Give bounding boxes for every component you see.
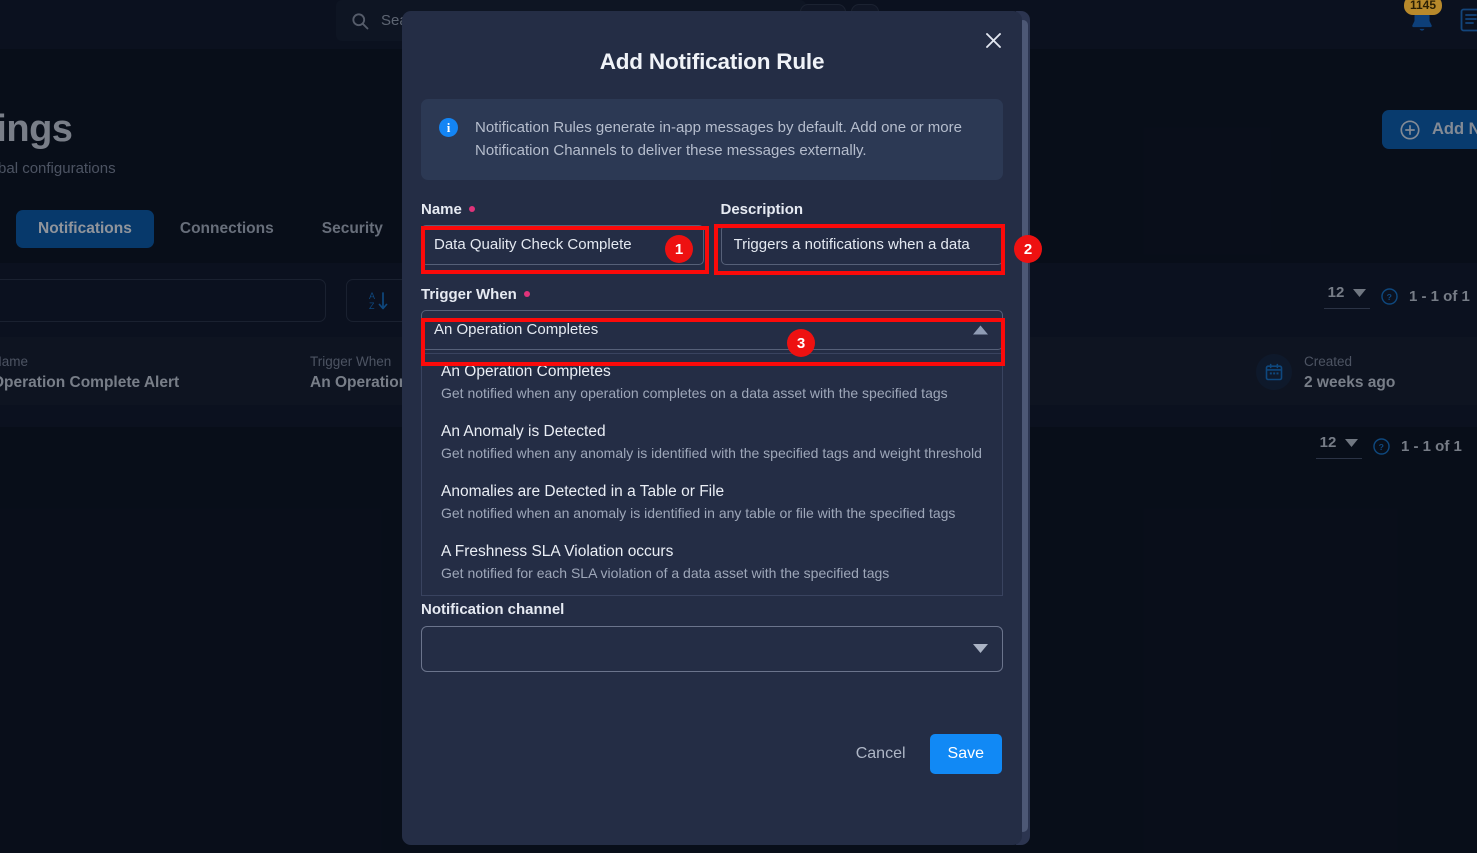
dropdown-option[interactable]: A Freshness SLA Violation occurs Get not… [422,534,1002,594]
dialog-title: Add Notification Rule [599,49,825,74]
chevron-down-icon[interactable] [973,640,988,658]
info-banner: i Notification Rules generate in-app mes… [421,99,1003,180]
dialog-body: i Notification Rules generate in-app mes… [402,99,1022,774]
dropdown-option-description: Get notified when an anomaly is identifi… [441,505,956,522]
description-input[interactable] [720,224,1003,265]
dropdown-option-description: Get notified when any anomaly is identif… [441,444,982,461]
app-root: Search 1145 ttings global configurations… [0,0,1477,853]
notification-count-badge: 1145 [1404,0,1443,15]
dropdown-option-description: Get notified for each SLA violation of a… [441,565,890,582]
notification-channel-select[interactable] [421,625,1003,672]
dropdown-option-description: Get notified when any operation complete… [441,384,948,401]
description-label-text: Description [720,200,804,218]
add-notification-rule-dialog: Add Notification Rule i Notification Rul… [402,11,1022,845]
dropdown-option[interactable]: An Operation Completes Get notified when… [422,354,1002,414]
dropdown-option-title: Anomalies are Detected in a Table or Fil… [441,483,725,501]
annotation-badge-1: 1 [665,235,693,263]
annotation-badge-2: 2 [1014,235,1042,263]
dropdown-option[interactable]: An Anomaly is Detected Get notified when… [422,414,1002,474]
dialog-actions: Cancel Save [421,733,1003,774]
chevron-up-icon[interactable] [973,321,988,338]
dropdown-option-title: An Anomaly is Detected [441,422,606,440]
description-field-group: Description [720,201,1004,265]
name-field-label: Name [421,201,704,218]
required-indicator [468,206,475,212]
close-icon[interactable] [978,25,1008,55]
trigger-when-select[interactable]: An Operation Completes [421,309,1003,350]
name-field-group: Name [421,201,704,265]
annotation-badge-3: 3 [787,329,815,357]
notification-channel-label: Notification channel [421,600,565,618]
dropdown-option[interactable]: Anomalies are Detected in a Table or Fil… [422,474,1002,534]
cancel-button[interactable]: Cancel [852,737,910,771]
trigger-field-label: Trigger When [421,286,1003,303]
info-icon: i [439,118,458,137]
dropdown-option-title: An Operation Completes [441,362,611,380]
trigger-when-value: An Operation Completes [434,321,599,338]
name-label-text: Name [421,200,462,218]
name-input[interactable] [421,224,704,265]
description-field-label: Description [721,201,1004,218]
save-button[interactable]: Save [929,733,1002,774]
required-indicator [523,291,530,297]
name-description-row: Name Description [421,201,1003,265]
trigger-when-dropdown[interactable]: An Operation Completes Get notified when… [421,352,1003,596]
info-banner-text: Notification Rules generate in-app messa… [475,119,962,160]
dropdown-option-title: A Freshness SLA Violation occurs [441,543,674,561]
trigger-label-text: Trigger When [421,285,517,303]
trigger-field-group: Trigger When An Operation Completes [421,286,1003,350]
